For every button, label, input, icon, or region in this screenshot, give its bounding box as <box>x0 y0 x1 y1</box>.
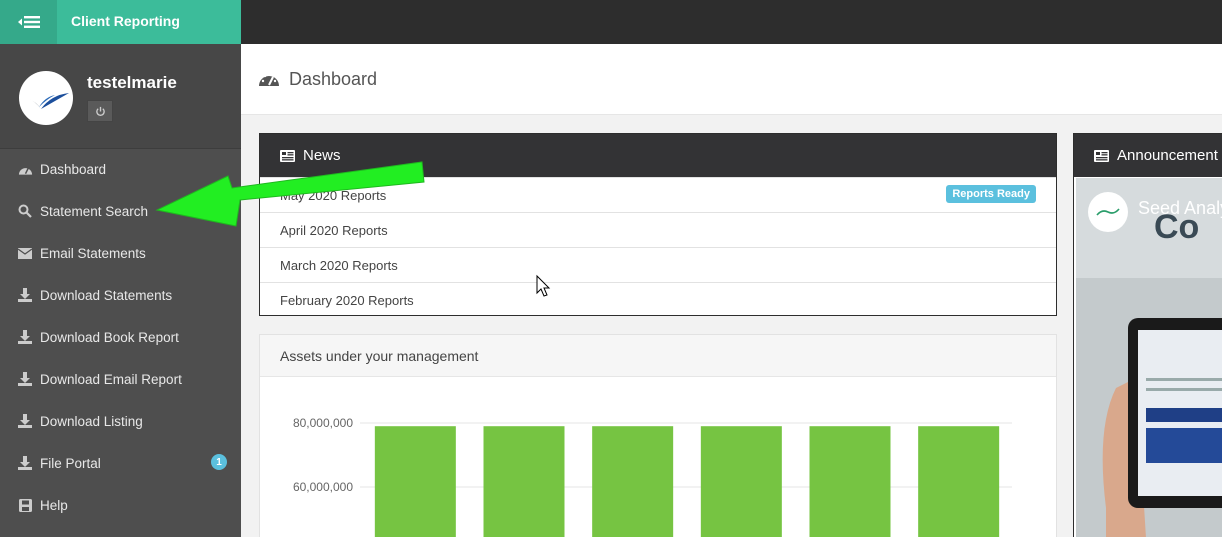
sidebar-item-label: Statement Search <box>40 203 149 219</box>
news-item[interactable]: March 2020 Reports <box>260 247 1056 282</box>
chart-bar[interactable] <box>809 426 891 537</box>
status-badge: Reports Ready <box>946 185 1036 203</box>
envelope-icon <box>17 245 33 261</box>
power-icon <box>95 106 105 116</box>
news-item-label: March 2020 Reports <box>280 257 398 273</box>
app-title: Client Reporting <box>71 13 180 29</box>
channel-logo <box>1088 192 1128 232</box>
download-icon <box>17 287 33 303</box>
page-title: Dashboard <box>289 69 378 89</box>
news-panel-header: News <box>260 134 1056 177</box>
newspaper-icon <box>280 149 295 162</box>
assets-panel: Assets under your management 80,000,000 6… <box>259 334 1057 537</box>
dashboard-icon <box>258 70 280 93</box>
sidebar-item-download-book-report[interactable]: Download Book Report <box>0 316 241 358</box>
page-header: Dashboard <box>241 44 1222 115</box>
sidebar-item-dashboard[interactable]: Dashboard <box>0 148 241 190</box>
sidebar-item-email-statements[interactable]: Email Statements <box>0 232 241 274</box>
download-icon <box>17 371 33 387</box>
notification-badge: 1 <box>211 454 227 470</box>
sidebar-item-download-statements[interactable]: Download Statements <box>0 274 241 316</box>
announcement-panel: Announcement Co Seed Analy <box>1073 133 1222 537</box>
user-profile: testelmarie <box>0 44 241 149</box>
y-tick-label: 60,000,000 <box>293 480 353 494</box>
newspaper-icon <box>1094 149 1109 162</box>
chart-bar[interactable] <box>918 426 1000 537</box>
sidebar-item-label: Download Statements <box>40 287 173 303</box>
y-tick-label: 80,000,000 <box>293 416 353 430</box>
sidebar-item-label: File Portal <box>40 455 101 471</box>
chart-bar[interactable] <box>483 426 565 537</box>
download-icon <box>17 413 33 429</box>
avatar <box>19 71 73 125</box>
assets-panel-title: Assets under your management <box>280 347 479 364</box>
assets-bar-chart: 80,000,000 60,000,000 <box>293 416 1012 537</box>
sidebar-item-label: Email Statements <box>40 245 146 261</box>
assets-panel-header: Assets under your management <box>260 335 1056 377</box>
company-logo <box>27 93 69 109</box>
sidebar-item-label: Download Book Report <box>40 329 179 345</box>
news-item-label: April 2020 Reports <box>280 222 388 238</box>
video-title: Seed Analy <box>1138 198 1222 218</box>
news-item[interactable]: May 2020 Reports Reports Ready <box>260 177 1056 212</box>
brand-bar: Client Reporting <box>0 0 241 44</box>
chart-bar[interactable] <box>700 426 782 537</box>
username: testelmarie <box>87 73 177 92</box>
search-icon <box>17 203 33 219</box>
dashboard-icon <box>17 161 33 177</box>
sidebar-item-label: Help <box>40 497 68 513</box>
sidebar-item-download-email-report[interactable]: Download Email Report <box>0 358 241 400</box>
sidebar-item-label: Dashboard <box>40 161 107 177</box>
sidebar: testelmarie Dashboard Statement Search E… <box>0 44 241 537</box>
news-panel-title: News <box>303 147 341 164</box>
news-item[interactable]: April 2020 Reports <box>260 212 1056 247</box>
announcement-panel-title: Announcement <box>1117 147 1218 164</box>
announcement-panel-header: Announcement <box>1074 134 1222 177</box>
news-panel: News May 2020 Reports Reports Ready Apri… <box>259 133 1057 316</box>
sidebar-item-label: Download Email Report <box>40 371 182 387</box>
sidebar-item-statement-search[interactable]: Statement Search <box>0 190 241 232</box>
news-item[interactable]: February 2020 Reports <box>260 282 1056 317</box>
download-icon <box>17 329 33 345</box>
chart-bar[interactable] <box>374 426 456 537</box>
sidebar-item-label: Download Listing <box>40 413 143 429</box>
sidebar-menu: Dashboard Statement Search Email Stateme… <box>0 148 241 526</box>
news-item-label: May 2020 Reports <box>280 187 387 203</box>
sidebar-item-help[interactable]: Help <box>0 484 241 526</box>
menu-collapse-icon <box>17 16 40 28</box>
sidebar-item-download-listing[interactable]: Download Listing <box>0 400 241 442</box>
chart-bar[interactable] <box>592 426 674 537</box>
video-thumbnail: Co <box>1076 178 1222 537</box>
announcement-video[interactable]: Co Seed Analy <box>1076 178 1222 537</box>
sidebar-item-file-portal[interactable]: File Portal 1 <box>0 442 241 484</box>
news-item-label: February 2020 Reports <box>280 292 414 308</box>
download-icon <box>17 455 33 471</box>
logout-button[interactable] <box>87 100 113 122</box>
save-icon <box>17 497 33 513</box>
sidebar-toggle-button[interactable] <box>0 0 57 44</box>
